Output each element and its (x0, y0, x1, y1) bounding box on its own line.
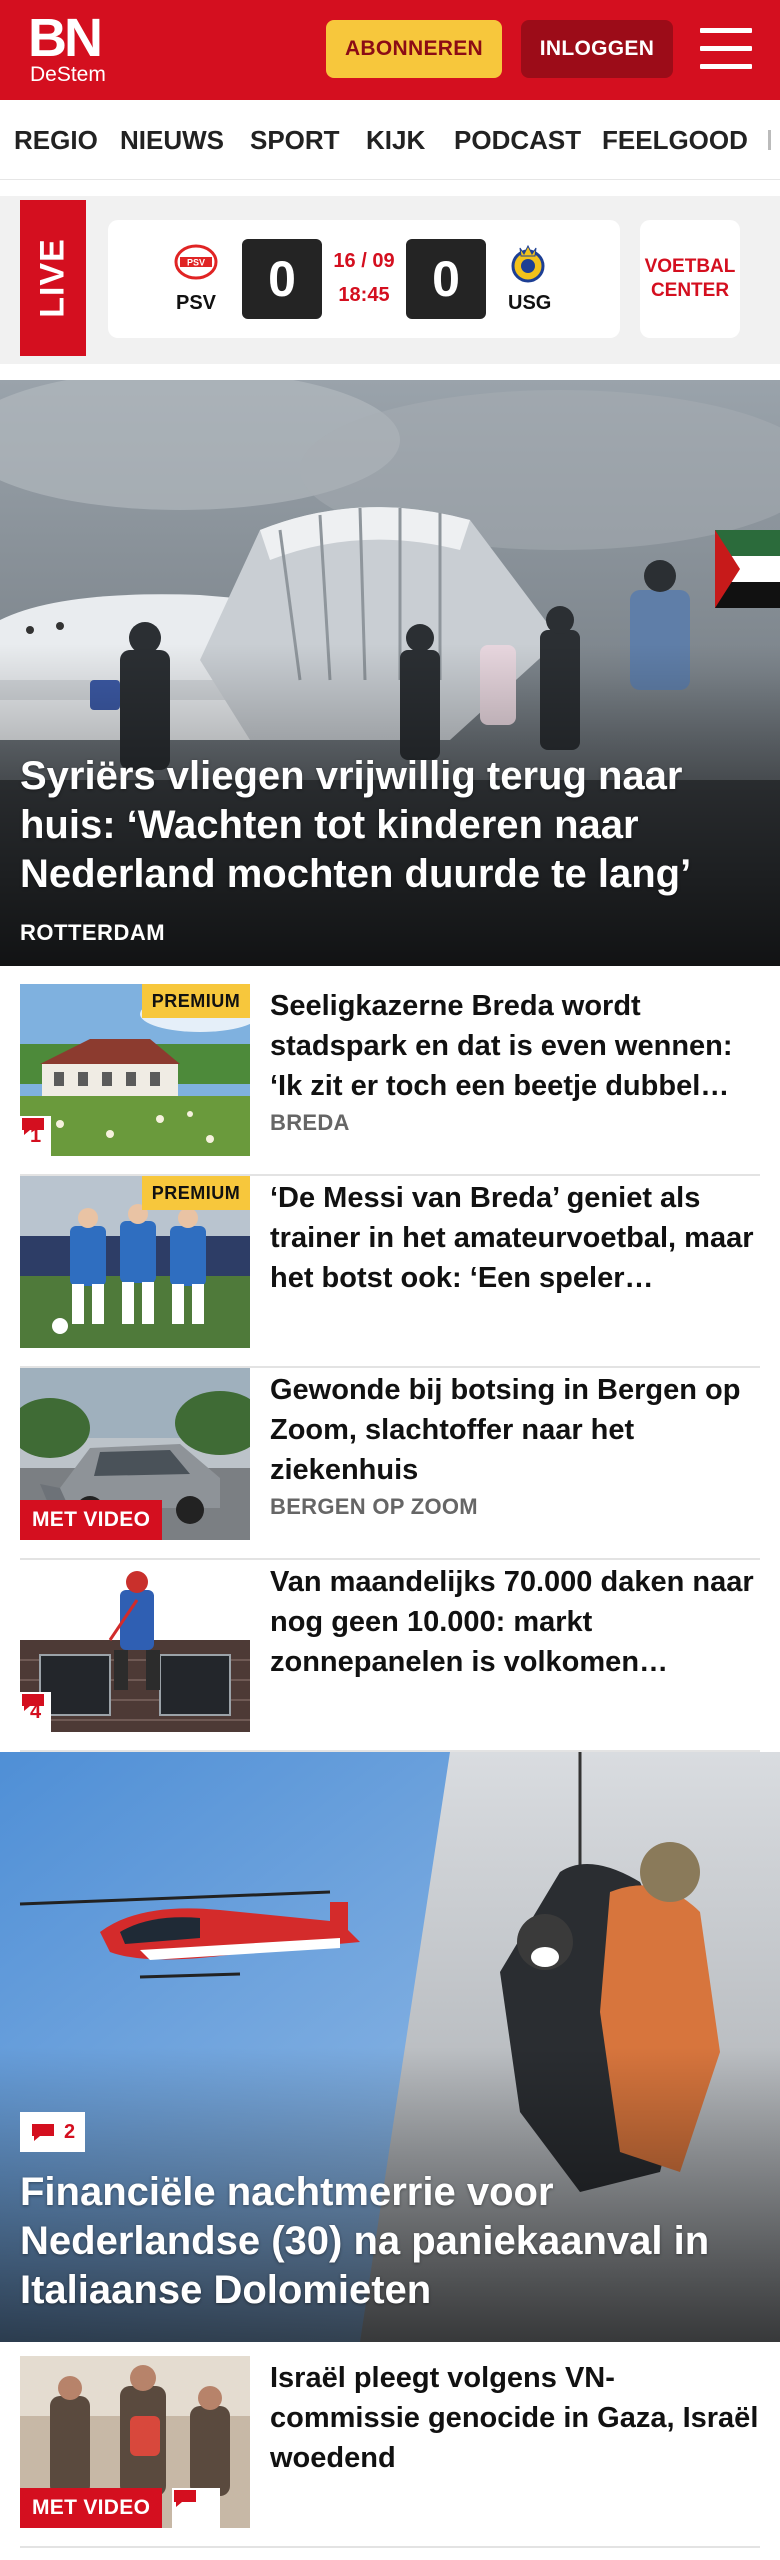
home-score: 0 (242, 239, 322, 319)
comment-bubble-icon (174, 2490, 196, 2507)
away-score: 0 (406, 239, 486, 319)
article-location: BREDA (270, 1110, 350, 1135)
featured-article[interactable]: 2 Financiële nachtmerrie voor Nederlands… (0, 1752, 780, 2342)
comment-count[interactable] (172, 2488, 220, 2528)
nav-item-podcast[interactable]: PODCAST (454, 124, 581, 156)
list-item[interactable]: MET VIDEO Israël pleegt volgens VN-commi… (20, 2356, 760, 2548)
hero-headline[interactable]: Syriërs vliegen vrijwillig terug naar hu… (20, 752, 760, 899)
article-thumbnail: MET VIDEO (20, 1368, 250, 1540)
article-location: BERGEN OP ZOOM (270, 1494, 478, 1519)
premium-badge: PREMIUM (142, 984, 250, 1018)
home-team-name: PSV (176, 292, 217, 314)
article-title[interactable]: Gewonde bij botsing in Bergen op Zoom, s… (270, 1370, 760, 1490)
nav-item-feelgood[interactable]: FEELGOOD (602, 124, 748, 156)
article-title[interactable]: Israël pleegt volgens VN-commissie genoc… (270, 2358, 760, 2478)
site-logo[interactable]: BN DeStem (28, 8, 118, 88)
article-title[interactable]: ‘De Messi van Breda’ geniet als trainer … (270, 1178, 760, 1298)
usg-logo-icon (511, 244, 545, 283)
nav-item-nieuws[interactable]: NIEUWS (120, 124, 224, 156)
site-header: BN DeStem ABONNEREN INLOGGEN (0, 0, 780, 100)
comment-count[interactable]: 4 (20, 1692, 52, 1732)
subscribe-button[interactable]: ABONNEREN (326, 20, 502, 78)
hero-location: ROTTERDAM (20, 920, 166, 945)
video-badge-label: MET VIDEO (32, 2496, 151, 2519)
away-team-name: USG (508, 292, 552, 314)
voetbal-center-button[interactable]: VOETBAL CENTER (640, 220, 740, 338)
comment-bubble-icon (22, 1118, 44, 1135)
comment-count[interactable]: 1 (20, 1116, 52, 1156)
live-label: LIVE (33, 238, 72, 318)
article-thumbnail: MET VIDEO (20, 2356, 250, 2528)
video-badge: MET VIDEO (20, 1500, 163, 1540)
list-item[interactable]: MET VIDEO Gewonde bij botsing in Bergen … (20, 1368, 760, 1560)
hamburger-menu-icon[interactable] (700, 26, 752, 72)
match-card[interactable]: PSV PSV 0 16 / 09 18:45 0 USG (108, 220, 620, 338)
thumb-photo-solar-roof (20, 1560, 250, 1732)
login-button[interactable]: INLOGGEN (521, 20, 673, 78)
comment-bubble-icon (22, 1694, 44, 1711)
article-thumbnail: PREMIUM (20, 1176, 250, 1348)
list-item[interactable]: 4 Van maandelijks 70.000 daken naar nog … (20, 1560, 760, 1752)
nav-item-sport[interactable]: SPORT (250, 124, 340, 156)
premium-badge: PREMIUM (142, 1176, 250, 1210)
logo-main: BN (28, 8, 103, 68)
hero-article[interactable]: Syriërs vliegen vrijwillig terug naar hu… (0, 380, 780, 966)
live-score-widget: LIVE PSV PSV 0 16 / 09 18:45 0 USG VOETB… (0, 196, 780, 364)
article-title[interactable]: Seeligkazerne Breda wordt stadspark en d… (270, 986, 760, 1106)
match-time: 18:45 (338, 284, 390, 306)
psv-logo-icon: PSV (174, 244, 218, 280)
nav-scroll-hint (768, 130, 771, 150)
article-thumbnail: PREMIUM 1 (20, 984, 250, 1156)
list-item[interactable]: PREMIUM 1 Seeligkazerne Breda wordt stad… (20, 984, 760, 1176)
live-badge: LIVE (20, 200, 86, 356)
comment-bubble-icon (32, 2124, 54, 2141)
match-date: 16 / 09 (333, 250, 395, 272)
comment-count-value: 2 (64, 2120, 76, 2143)
svg-text:PSV: PSV (187, 258, 205, 268)
featured-headline[interactable]: Financiële nachtmerrie voor Nederlandse … (20, 2168, 760, 2315)
logo-sub: DeStem (30, 63, 106, 86)
video-badge: MET VIDEO (20, 2488, 163, 2528)
nav-item-kijk[interactable]: KIJK (366, 124, 425, 156)
main-navigation: REGIO NIEUWS SPORT KIJK PODCAST FEELGOOD (0, 100, 780, 180)
article-title[interactable]: Van maandelijks 70.000 daken naar nog ge… (270, 1562, 760, 1682)
comment-count[interactable]: 2 (20, 2112, 86, 2152)
nav-item-regio[interactable]: REGIO (14, 124, 98, 156)
article-thumbnail: 4 (20, 1560, 250, 1732)
list-item[interactable]: PREMIUM ‘De Messi van Breda’ geniet als … (20, 1176, 760, 1368)
